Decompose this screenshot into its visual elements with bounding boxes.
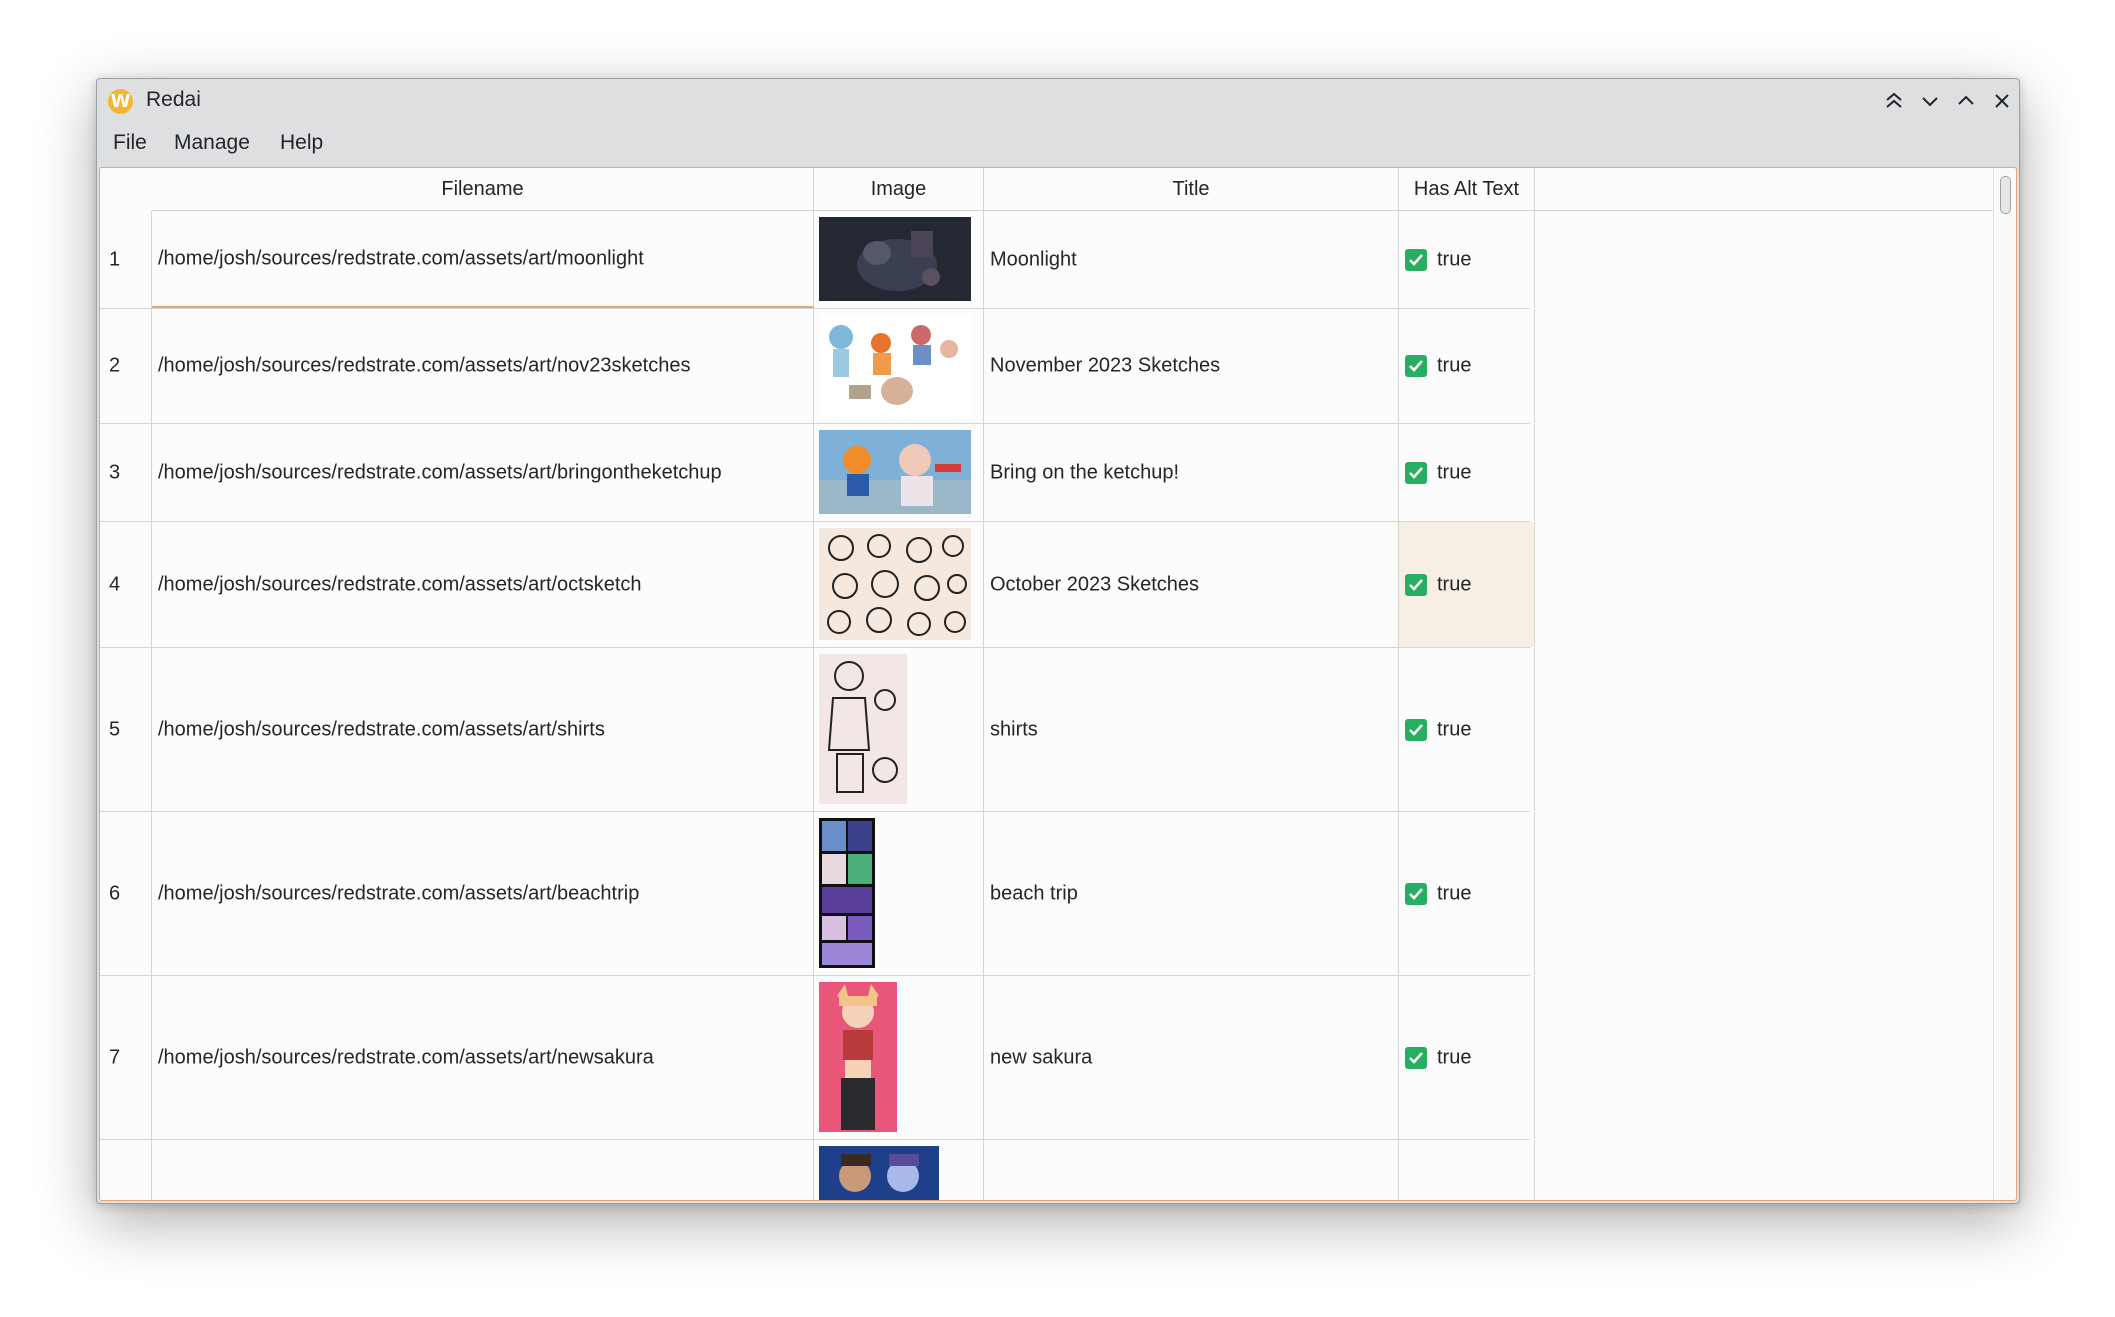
checkbox-checked-icon[interactable] xyxy=(1405,882,1427,905)
has-alt-text-cell[interactable]: true xyxy=(1399,976,1535,1139)
app-window: W Redai File Manage Help Filename Image … xyxy=(96,78,2020,1204)
window-title: Redai xyxy=(146,88,201,111)
image-cell[interactable] xyxy=(814,424,984,521)
table-row[interactable]: 5 /home/josh/sources/redstrate.com/asset… xyxy=(100,648,1535,812)
image-cell[interactable] xyxy=(814,211,984,308)
title-cell[interactable]: October 2023 Sketches xyxy=(984,522,1399,647)
has-alt-text-cell[interactable]: true xyxy=(1399,211,1535,308)
keep-above-icon xyxy=(1886,92,1902,108)
has-alt-text-cell[interactable]: true xyxy=(1399,648,1535,811)
has-alt-text-cell[interactable] xyxy=(1399,1140,1535,1200)
menu-manage[interactable]: Manage xyxy=(174,131,250,155)
checkbox-checked-icon[interactable] xyxy=(1405,718,1427,741)
artwork-thumbnail xyxy=(819,982,897,1132)
row-number: 4 xyxy=(100,522,152,647)
filename-cell[interactable]: /home/josh/sources/redstrate.com/assets/… xyxy=(152,211,814,308)
row-number: 6 xyxy=(100,812,152,975)
filename-cell[interactable]: /home/josh/sources/redstrate.com/assets/… xyxy=(152,309,814,423)
maximize-button[interactable] xyxy=(1952,87,1980,115)
table-header: Filename Image Title Has Alt Text xyxy=(152,168,2016,211)
row-number: 2 xyxy=(100,309,152,423)
table-row[interactable] xyxy=(100,1140,1535,1200)
table-row[interactable]: 3 /home/josh/sources/redstrate.com/asset… xyxy=(100,424,1535,522)
menu-help[interactable]: Help xyxy=(280,131,323,155)
minimize-button[interactable] xyxy=(1916,87,1944,115)
header-has-alt-text[interactable]: Has Alt Text xyxy=(1399,168,1535,210)
checkbox-checked-icon[interactable] xyxy=(1405,248,1427,271)
image-cell[interactable] xyxy=(814,976,984,1139)
title-cell[interactable]: new sakura xyxy=(984,976,1399,1139)
header-title[interactable]: Title xyxy=(984,168,1399,210)
title-cell[interactable]: November 2023 Sketches xyxy=(984,309,1399,423)
filename-cell[interactable]: /home/josh/sources/redstrate.com/assets/… xyxy=(152,522,814,647)
title-cell[interactable]: shirts xyxy=(984,648,1399,811)
artwork-table[interactable]: Filename Image Title Has Alt Text 1 /hom… xyxy=(99,167,2017,1201)
checkbox-checked-icon[interactable] xyxy=(1405,573,1427,596)
row-number xyxy=(100,1140,152,1200)
filename-cell[interactable]: /home/josh/sources/redstrate.com/assets/… xyxy=(152,424,814,521)
filename-cell[interactable] xyxy=(152,1140,814,1200)
checkbox-checked-icon[interactable] xyxy=(1405,355,1427,377)
has-alt-text-cell[interactable]: true xyxy=(1399,309,1535,423)
row-number: 7 xyxy=(100,976,152,1139)
filename-cell[interactable]: /home/josh/sources/redstrate.com/assets/… xyxy=(152,976,814,1139)
row-number: 5 xyxy=(100,648,152,811)
has-alt-text-cell[interactable]: true xyxy=(1399,424,1535,521)
table-row[interactable]: 7 /home/josh/sources/redstrate.com/asset… xyxy=(100,976,1535,1140)
has-alt-text-cell[interactable]: true xyxy=(1399,522,1535,647)
artwork-thumbnail xyxy=(819,528,971,640)
image-cell[interactable] xyxy=(814,522,984,647)
image-cell[interactable] xyxy=(814,1140,984,1200)
close-icon xyxy=(1995,94,2009,108)
artwork-thumbnail xyxy=(819,1146,939,1200)
image-cell[interactable] xyxy=(814,648,984,811)
keep-above-button[interactable] xyxy=(1880,87,1908,115)
menu-file[interactable]: File xyxy=(113,131,147,155)
artwork-thumbnail xyxy=(819,654,907,804)
title-cell[interactable]: beach trip xyxy=(984,812,1399,975)
checkbox-checked-icon[interactable] xyxy=(1405,1046,1427,1069)
table-row[interactable]: 2 /home/josh/sources/redstrate.com/asset… xyxy=(100,309,1535,424)
has-alt-text-cell[interactable]: true xyxy=(1399,812,1535,975)
app-logo-icon: W xyxy=(108,89,133,114)
filename-cell[interactable]: /home/josh/sources/redstrate.com/assets/… xyxy=(152,812,814,975)
artwork-thumbnail xyxy=(819,430,971,514)
title-cell[interactable]: Moonlight xyxy=(984,211,1399,308)
artwork-thumbnail xyxy=(819,217,971,301)
artwork-thumbnail xyxy=(819,315,971,415)
row-number: 3 xyxy=(100,424,152,521)
maximize-icon xyxy=(1958,95,1974,105)
image-cell[interactable] xyxy=(814,812,984,975)
table-row[interactable]: 6 /home/josh/sources/redstrate.com/asset… xyxy=(100,812,1535,976)
artwork-thumbnail xyxy=(819,818,875,968)
menu-bar: File Manage Help xyxy=(97,123,2019,165)
title-bar[interactable]: W Redai xyxy=(97,79,2019,123)
checkbox-checked-icon[interactable] xyxy=(1405,461,1427,484)
scrollbar-thumb[interactable] xyxy=(2000,176,2011,214)
title-cell[interactable]: Bring on the ketchup! xyxy=(984,424,1399,521)
minimize-icon xyxy=(1922,97,1938,107)
table-row[interactable]: 4 /home/josh/sources/redstrate.com/asset… xyxy=(100,522,1535,648)
title-cell[interactable] xyxy=(984,1140,1399,1200)
filename-cell[interactable]: /home/josh/sources/redstrate.com/assets/… xyxy=(152,648,814,811)
header-image[interactable]: Image xyxy=(814,168,984,210)
table-row[interactable]: 1 /home/josh/sources/redstrate.com/asset… xyxy=(100,211,1535,309)
row-number: 1 xyxy=(100,211,152,308)
header-filename[interactable]: Filename xyxy=(152,168,814,210)
close-button[interactable] xyxy=(1988,87,2016,115)
vertical-scrollbar[interactable] xyxy=(1993,168,2016,1200)
image-cell[interactable] xyxy=(814,309,984,423)
